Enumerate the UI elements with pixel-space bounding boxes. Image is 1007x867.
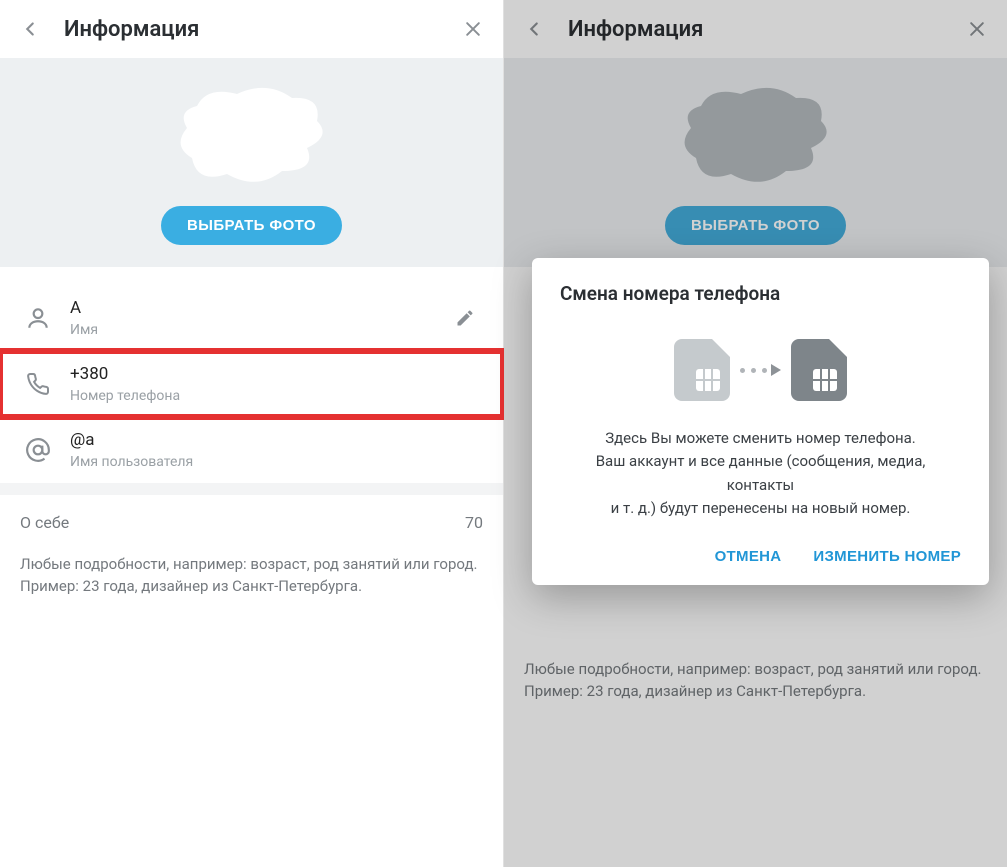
transfer-arrow-icon bbox=[740, 364, 781, 376]
name-content: A Имя bbox=[60, 298, 443, 337]
close-icon[interactable] bbox=[961, 13, 993, 45]
header: Информация bbox=[0, 0, 503, 58]
back-icon[interactable] bbox=[518, 13, 550, 45]
spacer bbox=[0, 267, 503, 285]
cancel-button[interactable]: ОТМЕНА bbox=[715, 548, 782, 565]
name-label: Имя bbox=[70, 322, 443, 338]
phone-icon bbox=[16, 372, 60, 396]
about-label: О себе bbox=[20, 513, 69, 532]
change-number-button[interactable]: ИЗМЕНИТЬ НОМЕР bbox=[813, 548, 961, 565]
back-icon[interactable] bbox=[14, 13, 46, 45]
dialog-buttons: ОТМЕНА ИЗМЕНИТЬ НОМЕР bbox=[560, 520, 961, 571]
dialog-title: Смена номера телефона bbox=[560, 282, 961, 305]
avatar-area: ВЫБРАТЬ ФОТО bbox=[0, 58, 503, 267]
info-panel-right: Информация ВЫБРАТЬ ФОТО Любые подробност… bbox=[504, 0, 1007, 867]
change-phone-dialog: Смена номера телефона Здесь Вы может bbox=[532, 258, 989, 585]
about-hint-line1: Любые подробности, например: возраст, ро… bbox=[524, 659, 987, 681]
username-label: Имя пользователя bbox=[70, 454, 487, 470]
name-row[interactable]: A Имя bbox=[0, 285, 503, 351]
choose-photo-button[interactable]: ВЫБРАТЬ ФОТО bbox=[665, 206, 846, 245]
page-title: Информация bbox=[568, 17, 961, 42]
avatar-placeholder bbox=[157, 76, 347, 196]
dialog-body-3: и т. д.) будут перенесены на новый номер… bbox=[560, 497, 961, 520]
dialog-body-1: Здесь Вы можете сменить номер телефона. bbox=[560, 427, 961, 450]
sim-new-icon bbox=[791, 339, 847, 401]
about-section[interactable]: О себе 70 bbox=[0, 495, 503, 532]
phone-content: +380 Номер телефона bbox=[60, 364, 487, 403]
sim-transfer-graphic bbox=[560, 305, 961, 427]
phone-label: Номер телефона bbox=[70, 388, 487, 404]
header: Информация bbox=[504, 0, 1007, 58]
name-value: A bbox=[70, 298, 443, 319]
page-title: Информация bbox=[64, 17, 457, 42]
phone-row[interactable]: +380 Номер телефона bbox=[0, 351, 503, 417]
phone-value: +380 bbox=[70, 364, 487, 385]
username-content: @a Имя пользователя bbox=[60, 430, 487, 469]
info-panel-left: Информация ВЫБРАТЬ ФОТО A Имя +380 Номер… bbox=[0, 0, 504, 867]
avatar-area: ВЫБРАТЬ ФОТО bbox=[504, 58, 1007, 267]
close-icon[interactable] bbox=[457, 13, 489, 45]
sim-old-icon bbox=[674, 339, 730, 401]
about-hint: Любые подробности, например: возраст, ро… bbox=[0, 532, 503, 598]
person-icon bbox=[16, 305, 60, 331]
username-value: @a bbox=[70, 430, 487, 451]
about-hint-line2: Пример: 23 года, дизайнер из Санкт-Петер… bbox=[524, 681, 987, 703]
about-hint-line2: Пример: 23 года, дизайнер из Санкт-Петер… bbox=[20, 576, 483, 598]
about-hint-line1: Любые подробности, например: возраст, ро… bbox=[20, 554, 483, 576]
at-icon bbox=[16, 437, 60, 463]
avatar-placeholder bbox=[661, 76, 851, 196]
about-limit: 70 bbox=[465, 513, 483, 532]
section-break bbox=[0, 483, 503, 495]
username-row[interactable]: @a Имя пользователя bbox=[0, 417, 503, 483]
edit-icon[interactable] bbox=[443, 308, 487, 328]
dialog-body-2: Ваш аккаунт и все данные (сообщения, мед… bbox=[560, 450, 961, 497]
choose-photo-button[interactable]: ВЫБРАТЬ ФОТО bbox=[161, 206, 342, 245]
about-hint: Любые подробности, например: возраст, ро… bbox=[504, 627, 1007, 703]
